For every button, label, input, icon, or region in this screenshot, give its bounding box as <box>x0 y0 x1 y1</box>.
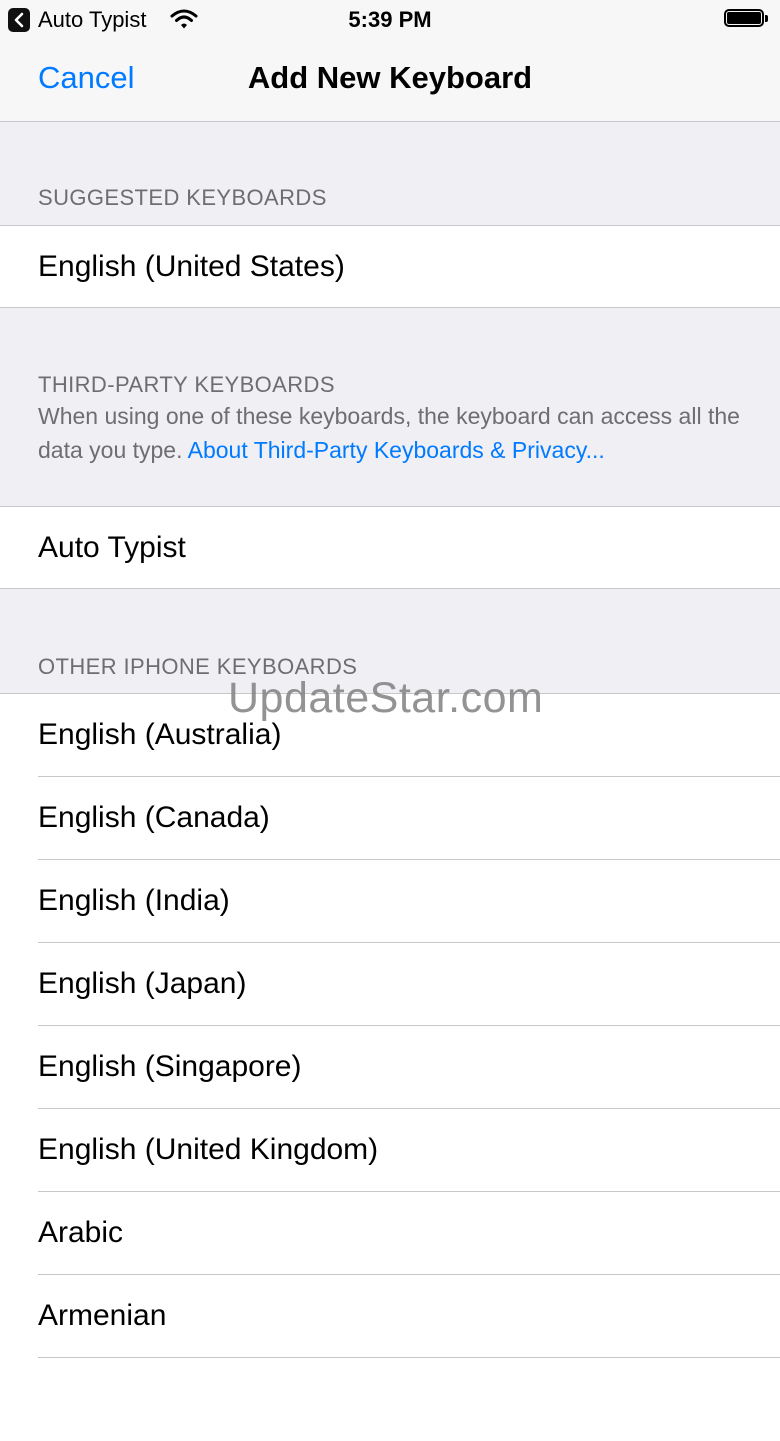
keyboard-row-partial[interactable] <box>0 1358 780 1441</box>
third-party-privacy-note: When using one of these keyboards, the k… <box>38 399 758 467</box>
suggested-keyboards-group: English (United States) <box>0 225 780 308</box>
keyboard-label: English (Canada) <box>38 801 270 834</box>
navigation-bar: Cancel Add New Keyboard <box>0 40 780 122</box>
keyboard-label: English (United Kingdom) <box>38 1133 379 1166</box>
status-bar: Auto Typist 5:39 PM <box>0 0 780 40</box>
keyboard-row-english-canada[interactable]: English (Canada) <box>0 777 780 860</box>
keyboard-row-armenian[interactable]: Armenian <box>0 1275 780 1358</box>
keyboard-row-english-japan[interactable]: English (Japan) <box>0 943 780 1026</box>
page-title: Add New Keyboard <box>247 60 533 95</box>
section-header-suggested: SUGGESTED KEYBOARDS <box>38 185 327 210</box>
keyboard-label: English (Japan) <box>38 967 247 1000</box>
keyboard-row-english-us[interactable]: English (United States) <box>0 226 780 307</box>
third-party-keyboards-group: Auto Typist <box>0 506 780 589</box>
keyboard-row-english-india[interactable]: English (India) <box>0 860 780 943</box>
watermark: UpdateStar.com <box>228 674 544 722</box>
about-privacy-link[interactable]: About Third-Party Keyboards & Privacy... <box>188 437 605 463</box>
keyboard-row-english-singapore[interactable]: English (Singapore) <box>0 1026 780 1109</box>
keyboard-row-arabic[interactable]: Arabic <box>0 1192 780 1275</box>
keyboard-row-auto-typist[interactable]: Auto Typist <box>0 507 780 588</box>
section-header-third-party: THIRD-PARTY KEYBOARDS <box>38 372 335 397</box>
keyboard-label: English (India) <box>38 884 230 917</box>
status-time: 5:39 PM <box>348 7 432 32</box>
other-keyboards-group: English (Australia) English (Canada) Eng… <box>0 693 780 1441</box>
keyboard-row-english-uk[interactable]: English (United Kingdom) <box>0 1109 780 1192</box>
keyboard-label: English (United States) <box>38 250 345 283</box>
battery-icon <box>724 9 770 29</box>
keyboard-label: Armenian <box>38 1299 167 1332</box>
keyboard-label: English (Singapore) <box>38 1050 302 1083</box>
keyboard-label: Arabic <box>38 1216 124 1249</box>
keyboard-label: Auto Typist <box>38 531 186 564</box>
